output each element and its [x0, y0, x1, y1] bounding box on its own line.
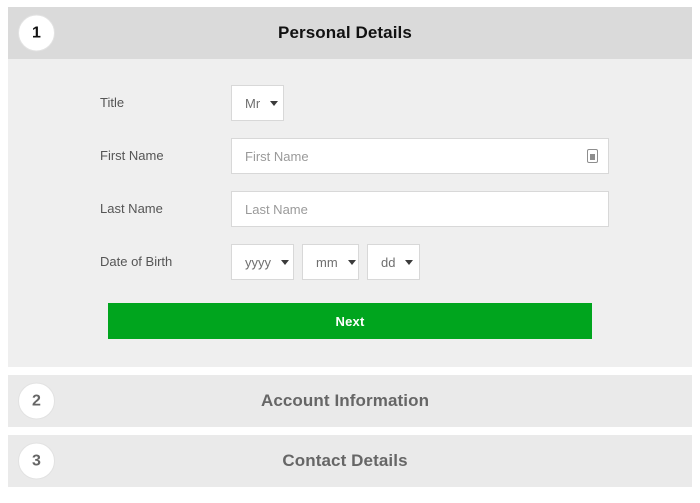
- step-number-2: 2: [32, 392, 41, 409]
- section-title-contact-details: Contact Details: [282, 451, 408, 470]
- chevron-down-icon: [281, 259, 289, 265]
- first-name-input[interactable]: First Name: [231, 138, 609, 174]
- wizard-section-account-information: 2 Account Information: [8, 375, 692, 427]
- next-button-row: Next: [8, 303, 692, 339]
- step-number-badge-1: 1: [18, 14, 55, 52]
- step-number-badge-3: 3: [18, 442, 55, 480]
- last-name-input-placeholder: Last Name: [245, 201, 308, 217]
- section-header-personal-details[interactable]: 1 Personal Details: [8, 7, 692, 59]
- title-select[interactable]: Mr: [231, 85, 284, 121]
- wizard-section-contact-details: 3 Contact Details: [8, 435, 692, 487]
- autofill-icon[interactable]: [587, 149, 598, 163]
- controls-first-name: First Name: [231, 138, 684, 174]
- chevron-down-icon: [405, 259, 414, 265]
- controls-title: Mr: [231, 85, 684, 121]
- dob-year-select[interactable]: yyyy: [231, 244, 294, 280]
- wizard-section-personal-details: 1 Personal Details Title Mr First Name F…: [8, 7, 692, 367]
- registration-wizard: 1 Personal Details Title Mr First Name F…: [0, 0, 700, 503]
- first-name-input-placeholder: First Name: [245, 148, 309, 164]
- section-body-personal-details: Title Mr First Name First Name Last Name…: [8, 59, 692, 367]
- label-date-of-birth: Date of Birth: [100, 254, 173, 270]
- step-number-1: 1: [32, 24, 41, 41]
- form-row-date-of-birth: Date of Birth yyyy mm dd: [8, 244, 692, 280]
- last-name-input[interactable]: Last Name: [231, 191, 609, 227]
- dob-year-value: yyyy: [245, 254, 271, 270]
- label-title: Title: [100, 95, 125, 111]
- step-number-3: 3: [32, 452, 41, 469]
- chevron-down-icon: [347, 259, 356, 265]
- section-header-account-information[interactable]: 2 Account Information: [8, 375, 692, 427]
- section-title-personal-details: Personal Details: [278, 23, 412, 42]
- form-row-last-name: Last Name Last Name: [8, 191, 692, 227]
- label-first-name: First Name: [100, 148, 164, 164]
- controls-date-of-birth: yyyy mm dd: [231, 244, 684, 280]
- section-header-contact-details[interactable]: 3 Contact Details: [8, 435, 692, 487]
- chevron-down-icon: [270, 100, 279, 106]
- form-row-first-name: First Name First Name: [8, 138, 692, 174]
- dob-month-select[interactable]: mm: [302, 244, 359, 280]
- dob-day-select[interactable]: dd: [367, 244, 420, 280]
- dob-month-value: mm: [316, 254, 338, 270]
- section-title-account-information: Account Information: [260, 391, 430, 410]
- form-row-title: Title Mr: [8, 85, 692, 121]
- label-last-name: Last Name: [100, 201, 163, 217]
- dob-day-value: dd: [381, 254, 396, 270]
- next-button[interactable]: Next: [108, 303, 592, 339]
- title-select-value: Mr: [245, 95, 261, 111]
- step-number-badge-2: 2: [18, 382, 55, 420]
- controls-last-name: Last Name: [231, 191, 684, 227]
